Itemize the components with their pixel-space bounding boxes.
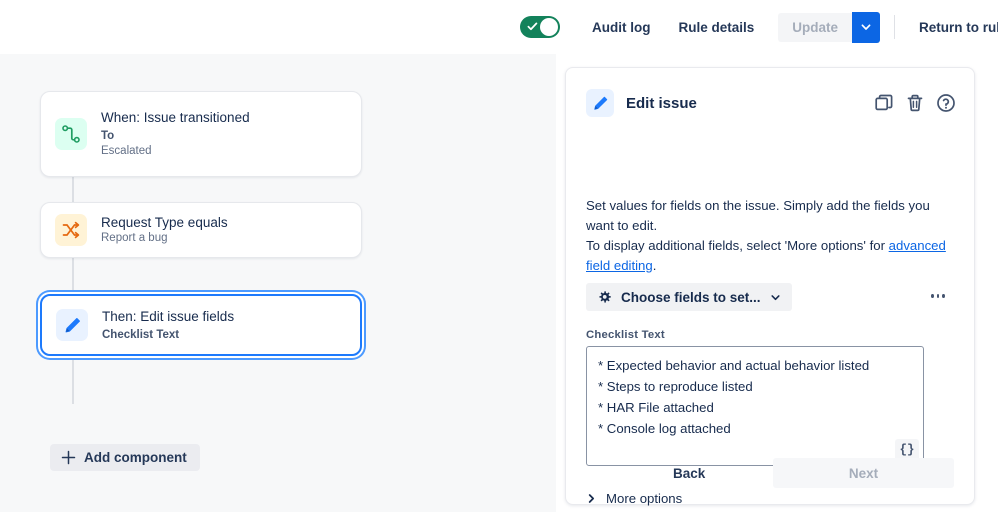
rule-node-trigger[interactable]: When: Issue transitioned To Escalated	[40, 91, 362, 177]
more-options-toggle[interactable]: More options	[586, 487, 682, 509]
node-title: Then: Edit issue fields	[102, 308, 235, 324]
automation-rule-builder: Audit log Rule details Update Return to …	[0, 0, 998, 512]
back-button[interactable]: Back	[661, 459, 717, 488]
node-text-block: Then: Edit issue fields Checklist Text	[88, 308, 244, 343]
trash-icon[interactable]	[905, 93, 925, 113]
node-title: Request Type equals	[101, 215, 228, 230]
node-subtitle: Report a bug	[101, 232, 168, 244]
rule-details-button[interactable]: Rule details	[668, 14, 764, 41]
node-title: When: Issue transitioned	[101, 110, 250, 125]
more-options-label: More options	[606, 490, 683, 506]
node-text-block: Request Type equals Report a bug	[87, 214, 238, 246]
node-subtitle-bold: To	[101, 130, 115, 142]
description-period: .	[652, 258, 657, 273]
update-button-group: Update	[778, 11, 881, 43]
dot	[942, 294, 946, 298]
description-line-2: To display additional fields, select 'Mo…	[586, 238, 889, 253]
choose-fields-dropdown[interactable]: Choose fields to set...	[586, 283, 792, 311]
rule-node-condition[interactable]: Request Type equals Report a bug	[40, 202, 362, 258]
rule-node-action-selected[interactable]: Then: Edit issue fields Checklist Text	[40, 294, 362, 356]
dot	[936, 294, 940, 298]
top-toolbar: Audit log Rule details Update Return to …	[0, 0, 998, 54]
edit-issue-config-panel: Edit issue Set values for fields on the …	[565, 67, 975, 506]
check-icon	[527, 22, 538, 31]
description-line-1: Set values for fields on the issue. Simp…	[586, 198, 930, 233]
return-to-rules-button[interactable]: Return to rules	[909, 14, 998, 41]
plus-icon	[61, 450, 76, 465]
pencil-icon	[586, 89, 614, 117]
canvas-bottom-fill	[0, 494, 556, 512]
page-title: Edit issue	[626, 94, 697, 112]
chevron-down-icon	[770, 294, 780, 300]
checklist-text-input[interactable]	[586, 346, 924, 466]
panel-description: Set values for fields on the issue. Simp…	[586, 196, 954, 276]
node-text-block: When: Issue transitioned To Escalated	[87, 109, 260, 159]
checklist-text-field-wrap: {}	[586, 346, 924, 466]
node-subtitle-bold: Checklist Text	[102, 328, 180, 341]
choose-fields-label: Choose fields to set...	[621, 289, 761, 305]
toggle-knob	[540, 18, 558, 36]
duplicate-icon[interactable]	[874, 93, 894, 113]
pencil-icon	[56, 309, 88, 341]
update-button[interactable]: Update	[778, 12, 853, 42]
add-component-button[interactable]: Add component	[50, 444, 200, 471]
connector-line	[72, 356, 74, 404]
panel-header: Edit issue	[586, 89, 956, 117]
more-horizontal-icon[interactable]	[925, 285, 951, 307]
transition-path-icon	[55, 118, 87, 150]
next-button[interactable]: Next	[773, 458, 954, 488]
chevron-right-icon	[588, 493, 595, 503]
chevron-down-icon	[861, 24, 871, 30]
rule-canvas: When: Issue transitioned To Escalated Re…	[0, 54, 556, 494]
node-subtitle: Escalated	[101, 145, 152, 157]
update-dropdown-button[interactable]	[852, 11, 881, 43]
help-circle-icon[interactable]	[936, 93, 956, 113]
toolbar-divider	[894, 15, 896, 39]
rule-enabled-toggle[interactable]	[520, 16, 560, 38]
audit-log-button[interactable]: Audit log	[582, 14, 660, 41]
add-component-label: Add component	[84, 450, 187, 465]
gear-icon	[599, 290, 611, 303]
shuffle-arrows-icon	[55, 214, 87, 246]
panel-header-actions	[874, 93, 956, 113]
dot	[931, 294, 934, 298]
checklist-text-label: Checklist Text	[586, 329, 665, 341]
